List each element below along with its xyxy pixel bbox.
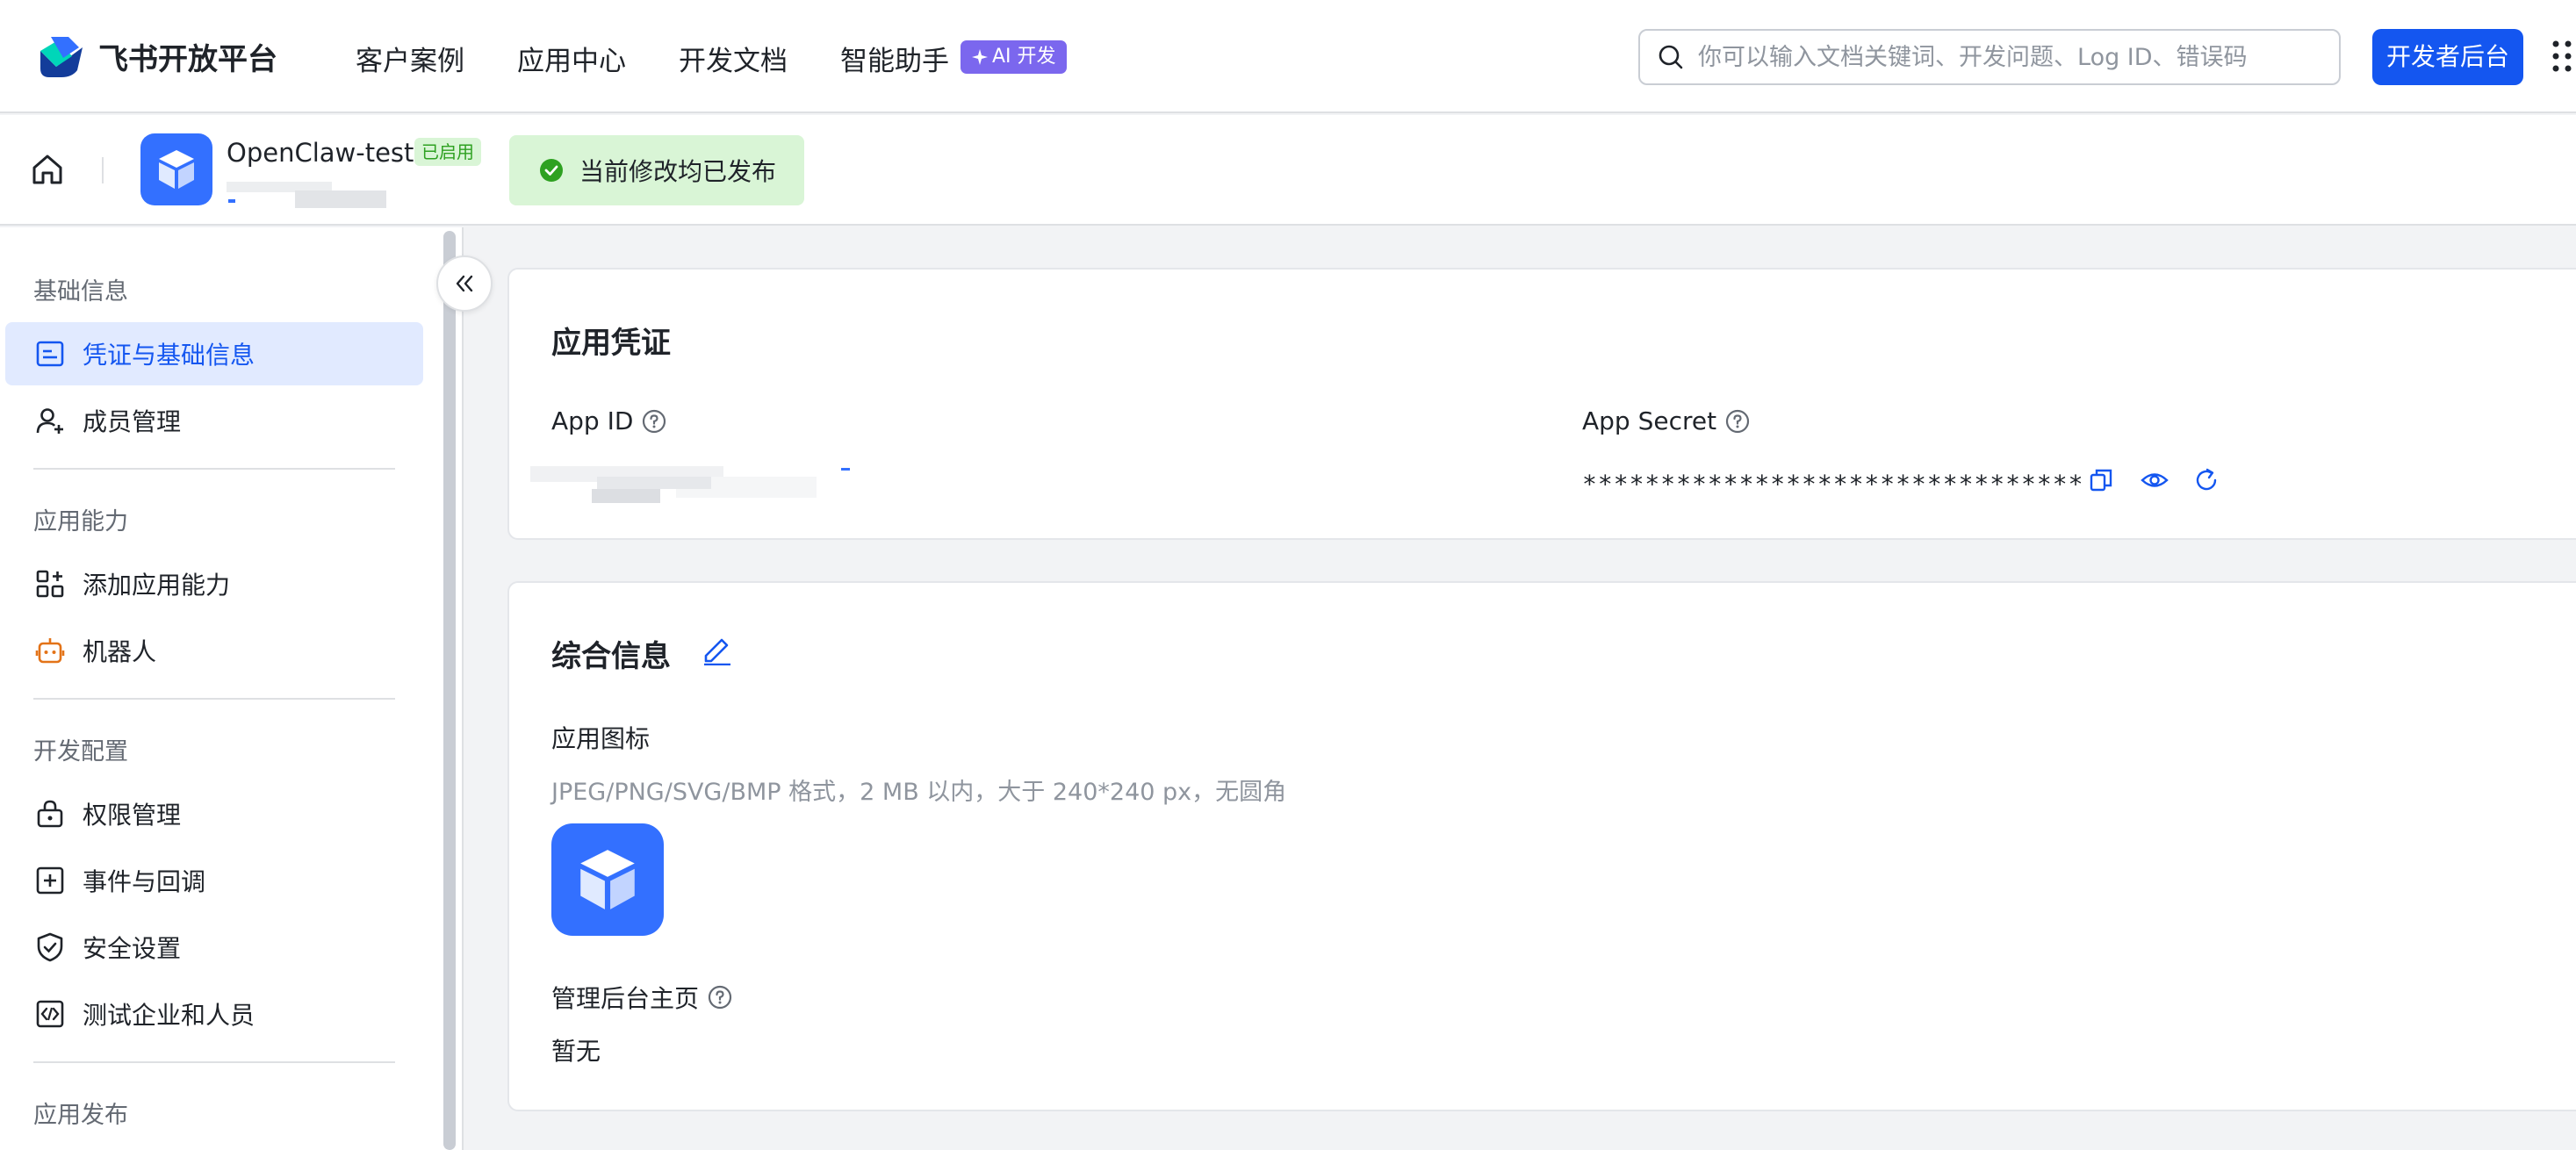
sidebar-item-label: 添加应用能力 (83, 571, 231, 600)
robot-icon (35, 636, 65, 665)
feishu-logo-icon (40, 37, 83, 77)
ai-badge-label: AI 开发 (992, 46, 1056, 68)
sidebar-item-label: 测试企业和人员 (83, 1001, 255, 1030)
app-icon-upload[interactable] (551, 823, 664, 936)
publish-note-text: 当前修改均已发布 (579, 157, 777, 186)
sidebar-item-test-enterprise[interactable]: 测试企业和人员 (5, 982, 423, 1046)
credentials-title: 应用凭证 (551, 326, 671, 361)
event-icon (35, 866, 65, 895)
redacted-app-id (592, 489, 660, 503)
lock-icon (35, 799, 65, 829)
member-add-icon (35, 406, 65, 435)
sidebar-divider (33, 1061, 395, 1063)
app-header-bar: OpenClaw-test 已启用 当前修改均已发布 (0, 115, 2576, 226)
sidebar-item-label: 凭证与基础信息 (83, 341, 255, 370)
brand-name: 飞书开放平台 (98, 41, 277, 77)
check-circle-icon (540, 159, 563, 182)
sidebar-item-robot[interactable]: 机器人 (5, 619, 423, 682)
collapse-sidebar-button[interactable] (436, 255, 493, 312)
sidebar-item-credentials[interactable]: 凭证与基础信息 (5, 322, 423, 385)
code-box-icon (35, 999, 65, 1029)
credentials-card: 应用凭证 App ID App Secret *****************… (507, 268, 2576, 540)
sidebar-item-members[interactable]: 成员管理 (5, 389, 423, 452)
nav-customer-cases[interactable]: 客户案例 (356, 39, 464, 78)
app-icon-hint: JPEG/PNG/SVG/BMP 格式，2 MB 以内，大于 240*240 p… (551, 779, 1287, 806)
admin-home-label-text: 管理后台主页 (551, 984, 700, 1013)
eye-icon[interactable] (2141, 467, 2169, 493)
sidebar-item-label: 权限管理 (83, 801, 182, 830)
refresh-icon[interactable] (2193, 467, 2220, 493)
brand[interactable]: 飞书开放平台 (37, 32, 277, 81)
sidebar-group-app-capabilities: 应用能力 (33, 508, 128, 535)
sidebar-divider (33, 698, 395, 700)
nav-smart-assistant[interactable]: 智能助手 (840, 39, 949, 78)
sidebar-divider (33, 468, 395, 470)
double-chevron-left-icon (456, 275, 473, 292)
copy-icon[interactable] (2088, 467, 2114, 493)
help-icon[interactable] (642, 409, 666, 434)
sidebar-group-basic-info: 基础信息 (33, 278, 128, 305)
redacted-app-id (841, 468, 850, 471)
sidebar-item-label: 安全设置 (83, 934, 182, 963)
search-icon (1659, 45, 1683, 69)
home-icon[interactable] (30, 152, 65, 187)
search-box[interactable] (1638, 29, 2341, 85)
cube-icon (159, 150, 194, 189)
sidebar-scrollbar[interactable] (443, 231, 456, 1150)
admin-home-label: 管理后台主页 (551, 980, 732, 1015)
sidebar-item-label: 机器人 (83, 637, 157, 666)
redacted-app-id (597, 477, 711, 489)
redacted-block (228, 199, 235, 203)
app-icon-label: 应用图标 (551, 724, 651, 753)
credential-icon (35, 339, 65, 369)
general-info-title: 综合信息 (551, 639, 671, 674)
sidebar-item-permissions[interactable]: 权限管理 (5, 782, 423, 845)
publish-status-notice: 当前修改均已发布 (509, 135, 804, 205)
nav-app-center[interactable]: 应用中心 (517, 39, 626, 78)
general-info-card: 综合信息 应用图标 JPEG/PNG/SVG/BMP 格式，2 MB 以内，大于… (507, 581, 2576, 1111)
sparkle-icon (972, 49, 988, 65)
app-secret-label: App Secret (1582, 406, 1750, 435)
divider (102, 157, 104, 183)
cube-icon (580, 850, 635, 909)
help-icon[interactable] (708, 985, 732, 1010)
sidebar-item-events[interactable]: 事件与回调 (5, 849, 423, 912)
app-secret-label-text: App Secret (1582, 406, 1717, 435)
edit-icon[interactable] (701, 634, 732, 665)
developer-console-button[interactable]: 开发者后台 (2372, 29, 2523, 85)
app-id-label: App ID (551, 406, 666, 435)
app-secret-value: ******************************** (1582, 470, 2084, 499)
search-input[interactable] (1698, 43, 2313, 71)
help-icon[interactable] (1725, 409, 1750, 434)
top-navbar: 飞书开放平台 客户案例 应用中心 开发文档 智能助手 AI 开发 开发者后台 (0, 0, 2576, 113)
app-avatar (140, 133, 212, 205)
nav-dev-docs[interactable]: 开发文档 (679, 39, 788, 78)
ai-dev-badge[interactable]: AI 开发 (961, 40, 1067, 74)
app-name: OpenClaw-test (227, 138, 414, 168)
shield-icon (35, 932, 65, 962)
apps-add-icon (35, 569, 65, 599)
admin-home-value: 暂无 (551, 1037, 601, 1066)
apps-grid-icon[interactable] (2551, 39, 2576, 74)
app-id-label-text: App ID (551, 406, 634, 435)
sidebar-item-label: 事件与回调 (83, 867, 206, 896)
sidebar-item-add-capability[interactable]: 添加应用能力 (5, 552, 423, 615)
status-badge: 已启用 (414, 138, 481, 166)
sidebar-group-dev-config: 开发配置 (33, 738, 128, 765)
redacted-block (295, 190, 386, 208)
sidebar-item-label: 成员管理 (83, 407, 182, 436)
sidebar-item-security[interactable]: 安全设置 (5, 916, 423, 979)
sidebar-group-app-release: 应用发布 (33, 1102, 128, 1129)
